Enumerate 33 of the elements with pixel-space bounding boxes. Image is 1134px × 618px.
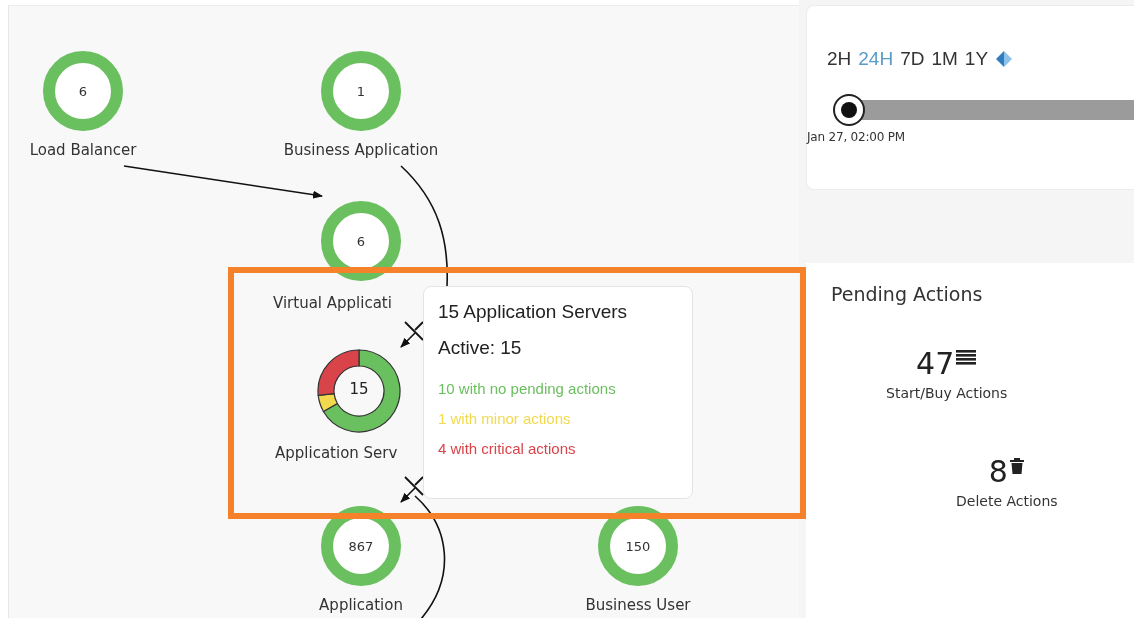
node-count-ring[interactable]: 6 [43, 51, 123, 131]
node-label: Business User [584, 596, 692, 614]
period-tab[interactable]: 2H [827, 48, 852, 70]
slider-thumb[interactable] [833, 94, 865, 126]
trash-icon [1008, 457, 1025, 475]
period-tab[interactable]: 1M [931, 48, 958, 70]
action-count: 47 [916, 349, 955, 379]
slider-date: Jan 27, 02:00 PM [807, 130, 906, 144]
panel-title: Pending Actions [831, 283, 983, 305]
node-label: Business Application [282, 141, 440, 159]
action-label: Start/Buy Actions [886, 385, 1008, 401]
node-count-ring[interactable]: 867 [321, 506, 401, 586]
node-label: Virtual Applicati [273, 294, 392, 312]
list-icon [955, 349, 978, 367]
node-count-ring[interactable]: 6 [321, 201, 401, 281]
node-count-ring[interactable]: 1 [321, 51, 401, 131]
period-tab[interactable]: 1Y [964, 48, 989, 70]
tooltip-line: 4 with critical actions [438, 440, 577, 457]
node-count: 15 [348, 380, 370, 398]
tooltip-line: 10 with no pending actions [438, 380, 617, 397]
blocked-arrow [400, 476, 424, 503]
node-label: Application [318, 596, 404, 614]
tooltip-subtitle: Active: 15 [438, 337, 523, 359]
node-label: Application Serv [275, 444, 398, 462]
action-count: 8 [988, 457, 1008, 487]
action-label: Delete Actions [956, 493, 1058, 509]
diamond-icon[interactable] [995, 50, 1014, 68]
blocked-arrow [400, 321, 424, 348]
node-label: Load Balancer [28, 141, 138, 159]
period-tab[interactable]: 7D [900, 48, 925, 70]
node-count-ring[interactable]: 150 [598, 506, 678, 586]
tooltip-title: 15 Application Servers [438, 301, 629, 323]
tooltip-line: 1 with minor actions [438, 410, 572, 427]
